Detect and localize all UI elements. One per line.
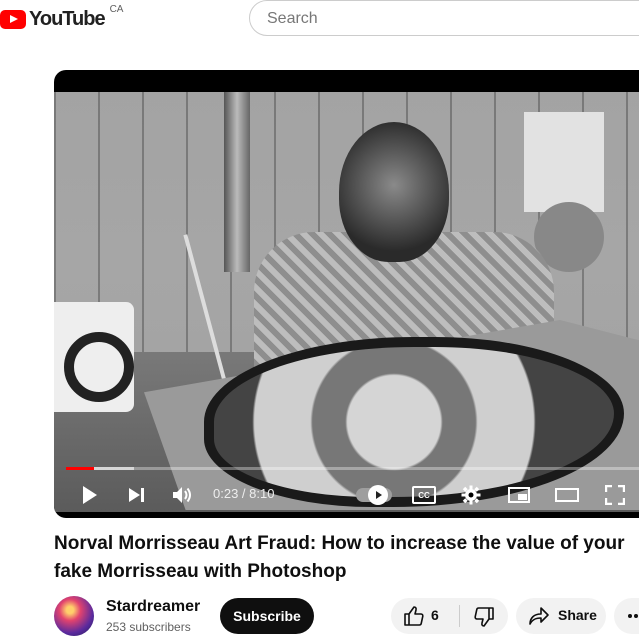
theater-mode-button[interactable] bbox=[553, 475, 581, 515]
progress-bar[interactable] bbox=[66, 467, 639, 470]
volume-icon bbox=[173, 487, 191, 503]
share-button[interactable]: Share bbox=[516, 598, 606, 634]
fullscreen-icon bbox=[605, 485, 625, 505]
subscribe-button[interactable]: Subscribe bbox=[220, 598, 314, 634]
video-frame[interactable] bbox=[54, 92, 639, 512]
share-label: Share bbox=[558, 607, 597, 623]
more-actions-button[interactable] bbox=[614, 598, 639, 634]
video-artist-head bbox=[339, 122, 449, 262]
settings-button[interactable] bbox=[459, 475, 483, 515]
volume-button[interactable] bbox=[170, 475, 196, 515]
search-box[interactable] bbox=[249, 0, 639, 36]
video-bg-painting bbox=[54, 302, 134, 412]
country-code: CA bbox=[109, 4, 124, 15]
youtube-play-logo-icon bbox=[0, 10, 26, 29]
top-bar: YouTube CA bbox=[0, 0, 639, 40]
time-display: 0:23 / 8:10 bbox=[213, 486, 275, 501]
thumbs-up-icon bbox=[404, 606, 424, 626]
miniplayer-button[interactable] bbox=[506, 475, 532, 515]
captions-icon: CC bbox=[412, 486, 436, 504]
like-count: 6 bbox=[431, 607, 439, 623]
subscriber-count: 253 subscribers bbox=[106, 620, 191, 634]
player-controls: 0:23 / 8:10 CC bbox=[54, 475, 639, 515]
youtube-logo[interactable]: YouTube CA bbox=[0, 4, 124, 31]
captions-button[interactable]: CC bbox=[412, 475, 436, 515]
like-dislike-bar: 6 bbox=[391, 598, 508, 634]
thumbs-down-icon bbox=[474, 607, 494, 627]
owner-row: Stardreamer 253 subscribers Subscribe 6 … bbox=[54, 596, 639, 636]
dislike-button[interactable] bbox=[460, 598, 508, 634]
next-icon bbox=[128, 488, 140, 502]
logo-text: YouTube bbox=[29, 8, 106, 30]
channel-avatar[interactable] bbox=[54, 596, 94, 636]
search-input[interactable] bbox=[265, 9, 609, 29]
miniplayer-icon bbox=[508, 487, 530, 503]
autoplay-play-icon bbox=[368, 485, 388, 505]
like-button[interactable]: 6 bbox=[391, 598, 459, 634]
fullscreen-button[interactable] bbox=[603, 475, 627, 515]
play-icon bbox=[83, 486, 97, 504]
share-icon bbox=[529, 607, 549, 625]
theater-icon bbox=[555, 488, 579, 502]
progress-played bbox=[66, 467, 94, 470]
channel-name[interactable]: Stardreamer bbox=[106, 598, 200, 616]
more-icon bbox=[628, 614, 638, 618]
play-button[interactable] bbox=[76, 475, 104, 515]
video-bg-sign bbox=[524, 112, 604, 212]
next-button[interactable] bbox=[124, 475, 148, 515]
autoplay-toggle[interactable] bbox=[356, 475, 392, 515]
video-title: Norval Morrisseau Art Fraud: How to incr… bbox=[54, 533, 625, 582]
video-player[interactable]: 0:23 / 8:10 CC bbox=[54, 70, 639, 518]
settings-icon bbox=[461, 485, 481, 505]
video-bg-pipe bbox=[224, 92, 250, 272]
